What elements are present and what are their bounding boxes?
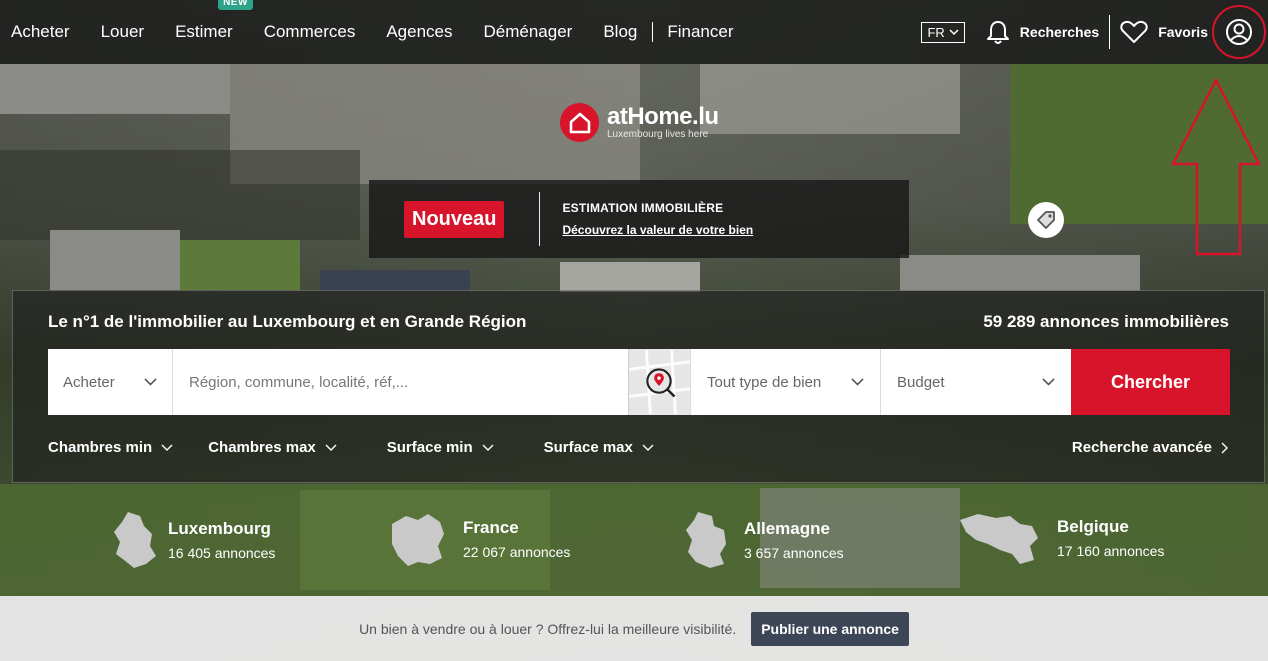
promo-badge: Nouveau [404, 200, 505, 238]
country-name: Belgique [1057, 517, 1129, 536]
transaction-type-value: Acheter [63, 373, 115, 391]
country-belgique[interactable]: Belgique 17 160 annonces [958, 510, 1164, 566]
filter-bedrooms-min[interactable]: Chambres min [48, 439, 173, 456]
filter-bedrooms-max[interactable]: Chambres max [208, 439, 337, 456]
search-header: Le n°1 de l'immobilier au Luxembourg et … [48, 312, 1229, 332]
chevron-down-icon [851, 378, 864, 386]
country-count: 22 067 annonces [463, 544, 571, 560]
chevron-down-icon [642, 444, 654, 451]
budget-value: Budget [897, 373, 945, 391]
country-name: Allemagne [744, 519, 830, 538]
country-name: France [463, 518, 519, 537]
belgium-map-icon [960, 514, 1038, 564]
saved-searches-label: Recherches [1019, 24, 1100, 40]
chevron-right-icon [1221, 442, 1228, 453]
luxembourg-map-icon [114, 512, 156, 568]
search-headline: Le n°1 de l'immobilier au Luxembourg et … [48, 312, 527, 331]
publish-listing-button[interactable]: Publier une annonce [751, 611, 909, 646]
logo-tagline: Luxembourg lives here [607, 129, 709, 140]
promo-text: ESTIMATION IMMOBILIÈRE Découvrez la vale… [562, 201, 753, 237]
advanced-search-label: Recherche avancée [1071, 439, 1212, 456]
nav-estimer-label: Estimer [175, 22, 233, 41]
promo-link[interactable]: Découvrez la valeur de votre bien [562, 223, 753, 237]
account-button[interactable] [1212, 5, 1266, 59]
filter-label: Surface max [543, 439, 633, 456]
new-badge: NEW [218, 0, 253, 10]
logo-title: atHome.lu [607, 103, 719, 130]
heart-icon [1120, 20, 1148, 43]
promo-divider [539, 192, 541, 246]
quick-filters: Chambres min Chambres max Surface min Su… [48, 439, 1229, 456]
country-name: Luxembourg [168, 519, 271, 538]
country-info: Luxembourg 16 405 annonces [168, 519, 275, 561]
filter-surface-max[interactable]: Surface max [544, 439, 654, 456]
house-logo-icon [560, 103, 599, 142]
country-france[interactable]: France 22 067 annonces [388, 510, 570, 568]
country-count: 3 657 annonces [744, 545, 844, 561]
country-count: 16 405 annonces [168, 545, 276, 561]
promo-banner[interactable]: Nouveau ESTIMATION IMMOBILIÈRE Découvrez… [369, 180, 909, 258]
filter-label: Surface min [386, 439, 473, 456]
search-button[interactable]: Chercher [1071, 349, 1230, 415]
nav-agences[interactable]: Agences [386, 22, 452, 42]
filter-label: Chambres max [208, 439, 316, 456]
chevron-down-icon [325, 444, 337, 451]
listing-count: 59 289 annonces immobilières [983, 312, 1229, 331]
country-info: Belgique 17 160 annonces [1057, 517, 1164, 559]
logo-text: atHome.lu Luxembourg lives here [607, 105, 719, 140]
map-search-icon [629, 349, 690, 415]
publish-promo-text: Un bien à vendre ou à louer ? Offrez-lui… [359, 620, 737, 637]
search-bar: Acheter Tout type de bien Budget Cherche… [48, 349, 1230, 415]
nav-commerces[interactable]: Commerces [264, 22, 356, 42]
country-info: France 22 067 annonces [463, 518, 570, 560]
chevron-down-icon [949, 28, 959, 35]
search-panel: Le n°1 de l'immobilier au Luxembourg et … [12, 290, 1265, 483]
property-type-select[interactable]: Tout type de bien [691, 349, 881, 415]
nav-blog[interactable]: Blog [603, 22, 637, 42]
bell-icon [986, 21, 1009, 44]
chevron-down-icon [1042, 378, 1055, 386]
saved-searches-link[interactable]: Recherches [986, 19, 1099, 45]
nav-divider [1109, 15, 1111, 49]
location-input[interactable] [189, 373, 612, 391]
language-value: FR [927, 24, 945, 40]
property-type-value: Tout type de bien [707, 373, 822, 391]
nav-right: FR Recherches Favoris [921, 0, 1268, 64]
chevron-down-icon [482, 444, 494, 451]
favorites-link[interactable]: Favoris [1120, 20, 1208, 44]
advanced-search-link[interactable]: Recherche avancée [1072, 439, 1229, 456]
annotation-arrow [1170, 78, 1262, 256]
user-icon [1226, 19, 1252, 45]
nav-demenager[interactable]: Déménager [484, 22, 573, 42]
publish-bar: Un bien à vendre ou à louer ? Offrez-lui… [0, 596, 1268, 661]
nav-estimer[interactable]: Estimer NEW [175, 0, 253, 42]
country-count: 17 160 annonces [1057, 543, 1165, 559]
filter-surface-min[interactable]: Surface min [387, 439, 494, 456]
nav-acheter[interactable]: Acheter [11, 22, 70, 42]
location-field [173, 349, 628, 415]
nav-financer[interactable]: Financer [652, 22, 734, 42]
transaction-type-select[interactable]: Acheter [48, 349, 173, 415]
chevron-down-icon [161, 444, 173, 451]
language-select[interactable]: FR [921, 21, 965, 43]
country-luxembourg[interactable]: Luxembourg 16 405 annonces [110, 510, 275, 570]
budget-select[interactable]: Budget [881, 349, 1071, 415]
top-navigation: Acheter Louer Estimer NEW Commerces Agen… [0, 0, 1268, 64]
chevron-down-icon [144, 378, 157, 386]
price-tag-icon [1028, 202, 1064, 238]
favorites-label: Favoris [1158, 24, 1208, 40]
filter-label: Chambres min [48, 439, 153, 456]
country-info: Allemagne 3 657 annonces [744, 519, 844, 561]
promo-title: ESTIMATION IMMOBILIÈRE [562, 201, 724, 215]
nav-louer[interactable]: Louer [101, 22, 144, 42]
france-region-map-icon [392, 514, 444, 566]
site-logo[interactable]: atHome.lu Luxembourg lives here [560, 103, 719, 142]
country-allemagne[interactable]: Allemagne 3 657 annonces [684, 510, 844, 570]
germany-region-map-icon [686, 512, 726, 568]
main-nav: Acheter Louer Estimer NEW Commerces Agen… [0, 0, 765, 64]
country-shortcuts: Luxembourg 16 405 annonces France 22 067… [0, 505, 1268, 585]
map-search-button[interactable] [628, 349, 691, 415]
